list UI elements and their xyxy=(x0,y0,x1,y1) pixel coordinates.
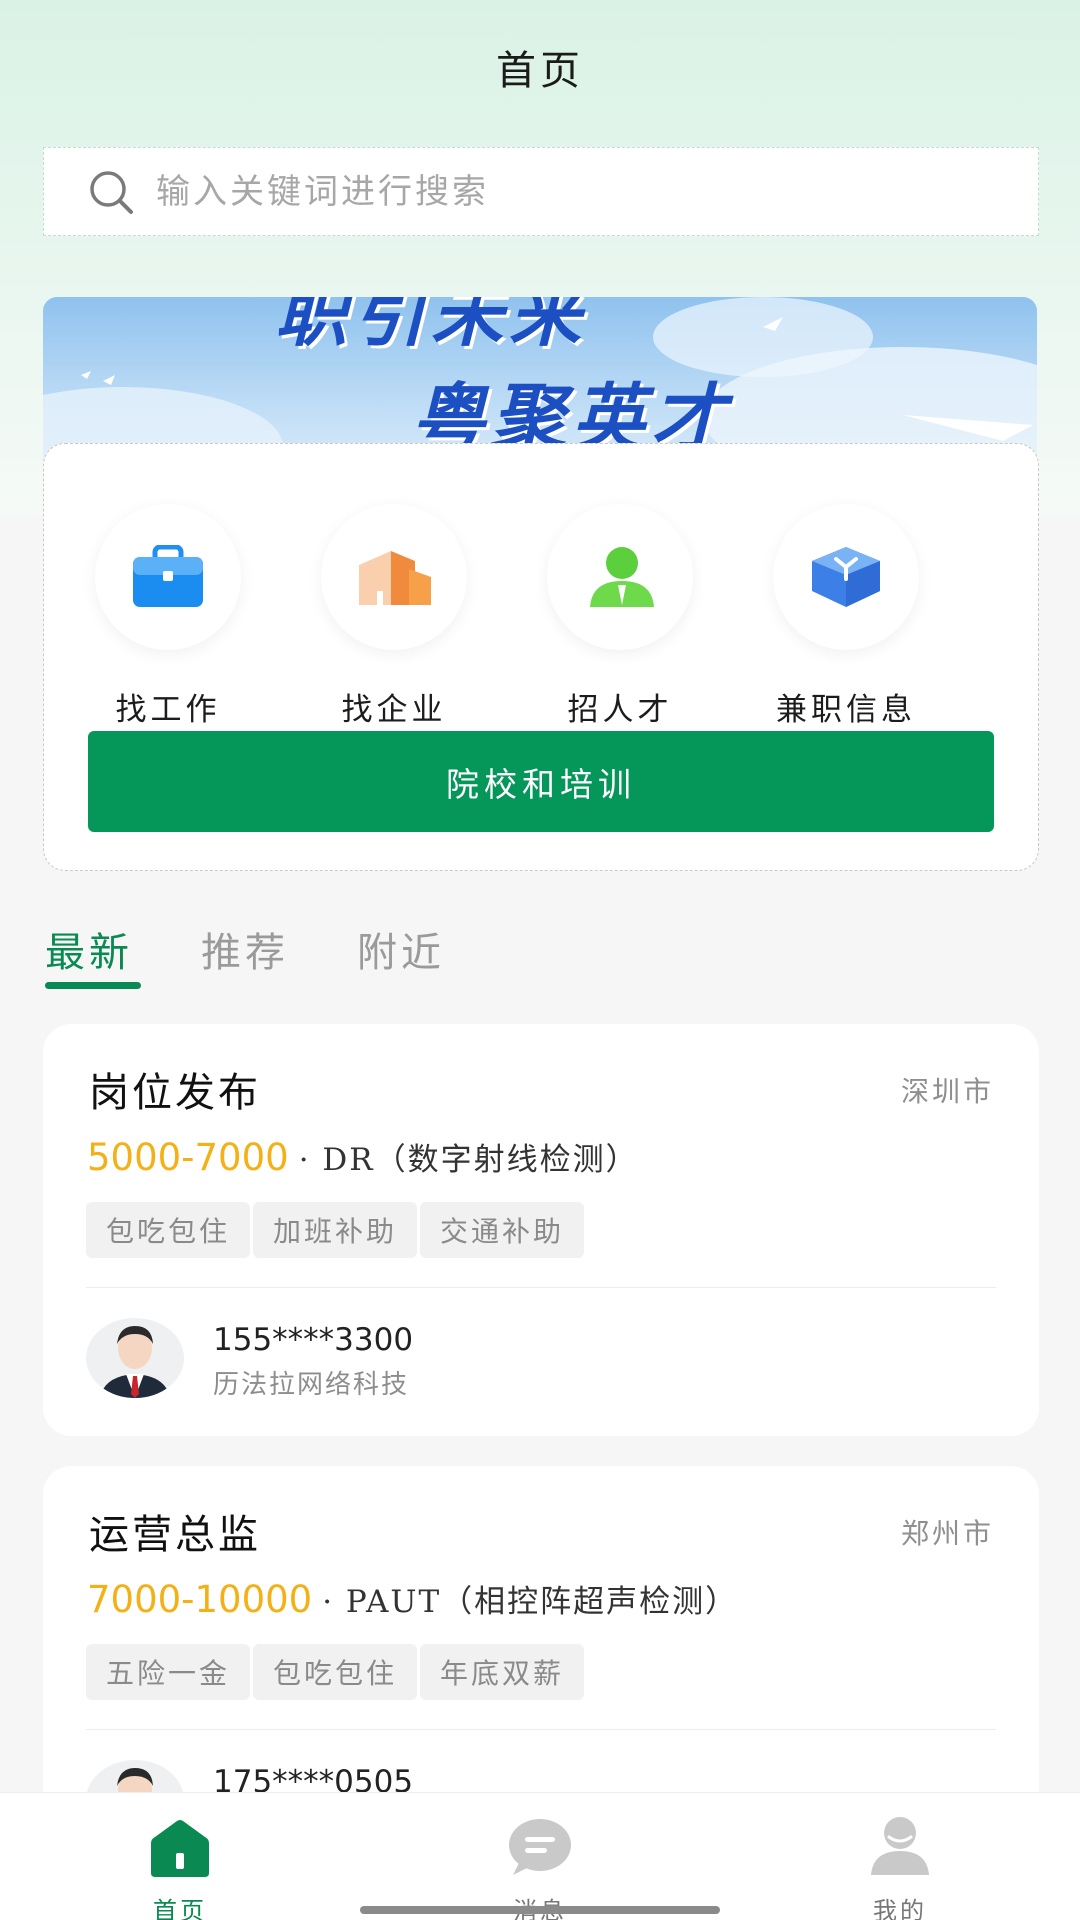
job-tag: 五险一金 xyxy=(86,1644,251,1700)
search-bar[interactable] xyxy=(43,147,1039,236)
job-tag: 包吃包住 xyxy=(253,1644,418,1700)
bottom-nav: 首页 消息 我的 xyxy=(0,1792,1080,1920)
job-tag: 包吃包住 xyxy=(86,1202,251,1258)
menu-recruit[interactable]: 招人才 xyxy=(540,504,700,729)
job-salary-line: 5000-7000 · DR（数字射线检测） xyxy=(87,1134,639,1179)
company-name: 历法拉网络科技 xyxy=(213,1370,410,1400)
job-description: · PAUT（相控阵超声检测） xyxy=(322,1584,739,1620)
search-icon xyxy=(90,170,133,214)
nav-messages[interactable]: 消息 xyxy=(460,1807,620,1920)
menu-label: 兼职信息 xyxy=(776,692,916,728)
job-city: 郑州市 xyxy=(900,1517,994,1550)
training-button[interactable]: 院校和培训 xyxy=(88,731,994,832)
job-salary-line: 7000-10000 · PAUT（相控阵超声检测） xyxy=(87,1576,738,1621)
job-salary: 7000-10000 xyxy=(87,1578,313,1621)
user-icon xyxy=(820,1807,980,1877)
banner-headline-1: 职引未来 xyxy=(275,297,588,356)
home-icon xyxy=(100,1807,260,1877)
nav-label: 首页 xyxy=(153,1897,207,1920)
job-city: 深圳市 xyxy=(900,1075,994,1108)
nav-home[interactable]: 首页 xyxy=(100,1807,260,1920)
job-card[interactable]: 岗位发布 深圳市 5000-7000 · DR（数字射线检测） 包吃包住 加班补助… xyxy=(43,1024,1039,1436)
menu-label: 找企业 xyxy=(341,692,447,728)
search-input[interactable] xyxy=(156,171,1038,212)
tab-recommended[interactable]: 推荐 xyxy=(201,920,289,978)
divider xyxy=(86,1729,996,1730)
chat-icon xyxy=(460,1807,620,1877)
page-title: 首页 xyxy=(496,48,584,94)
contact-phone: 155****3300 xyxy=(213,1322,414,1358)
job-tag: 年底双薪 xyxy=(420,1644,585,1700)
job-tag: 交通补助 xyxy=(420,1202,585,1258)
quick-menu-card: 找工作 找企业 招人才 兼职信息 院校和培训 xyxy=(43,443,1039,871)
briefcase-icon xyxy=(95,504,241,650)
cube-icon xyxy=(773,504,919,650)
tab-latest[interactable]: 最新 xyxy=(45,920,133,978)
tab-nearby[interactable]: 附近 xyxy=(357,920,445,978)
divider xyxy=(86,1287,996,1288)
menu-part-time[interactable]: 兼职信息 xyxy=(766,504,926,729)
job-description: · DR（数字射线检测） xyxy=(298,1142,639,1178)
job-tag: 加班补助 xyxy=(253,1202,418,1258)
menu-find-company[interactable]: 找企业 xyxy=(314,504,474,729)
menu-find-job[interactable]: 找工作 xyxy=(88,504,248,729)
job-salary: 5000-7000 xyxy=(87,1136,289,1179)
promo-banner[interactable]: 职引未来 粤聚英才 xyxy=(43,297,1037,467)
job-title: 运营总监 xyxy=(89,1512,261,1558)
menu-label: 招人才 xyxy=(567,692,673,728)
job-title: 岗位发布 xyxy=(89,1070,261,1116)
menu-label: 找工作 xyxy=(115,692,221,728)
job-tags: 五险一金 包吃包住 年底双薪 xyxy=(86,1644,587,1700)
tab-active-indicator xyxy=(45,982,141,989)
building-icon xyxy=(321,504,467,650)
job-tags: 包吃包住 加班补助 交通补助 xyxy=(86,1202,587,1258)
nav-profile[interactable]: 我的 xyxy=(820,1807,980,1920)
nav-label: 我的 xyxy=(873,1897,927,1920)
home-indicator[interactable] xyxy=(360,1906,720,1914)
avatar[interactable] xyxy=(86,1318,184,1398)
person-icon xyxy=(547,504,693,650)
